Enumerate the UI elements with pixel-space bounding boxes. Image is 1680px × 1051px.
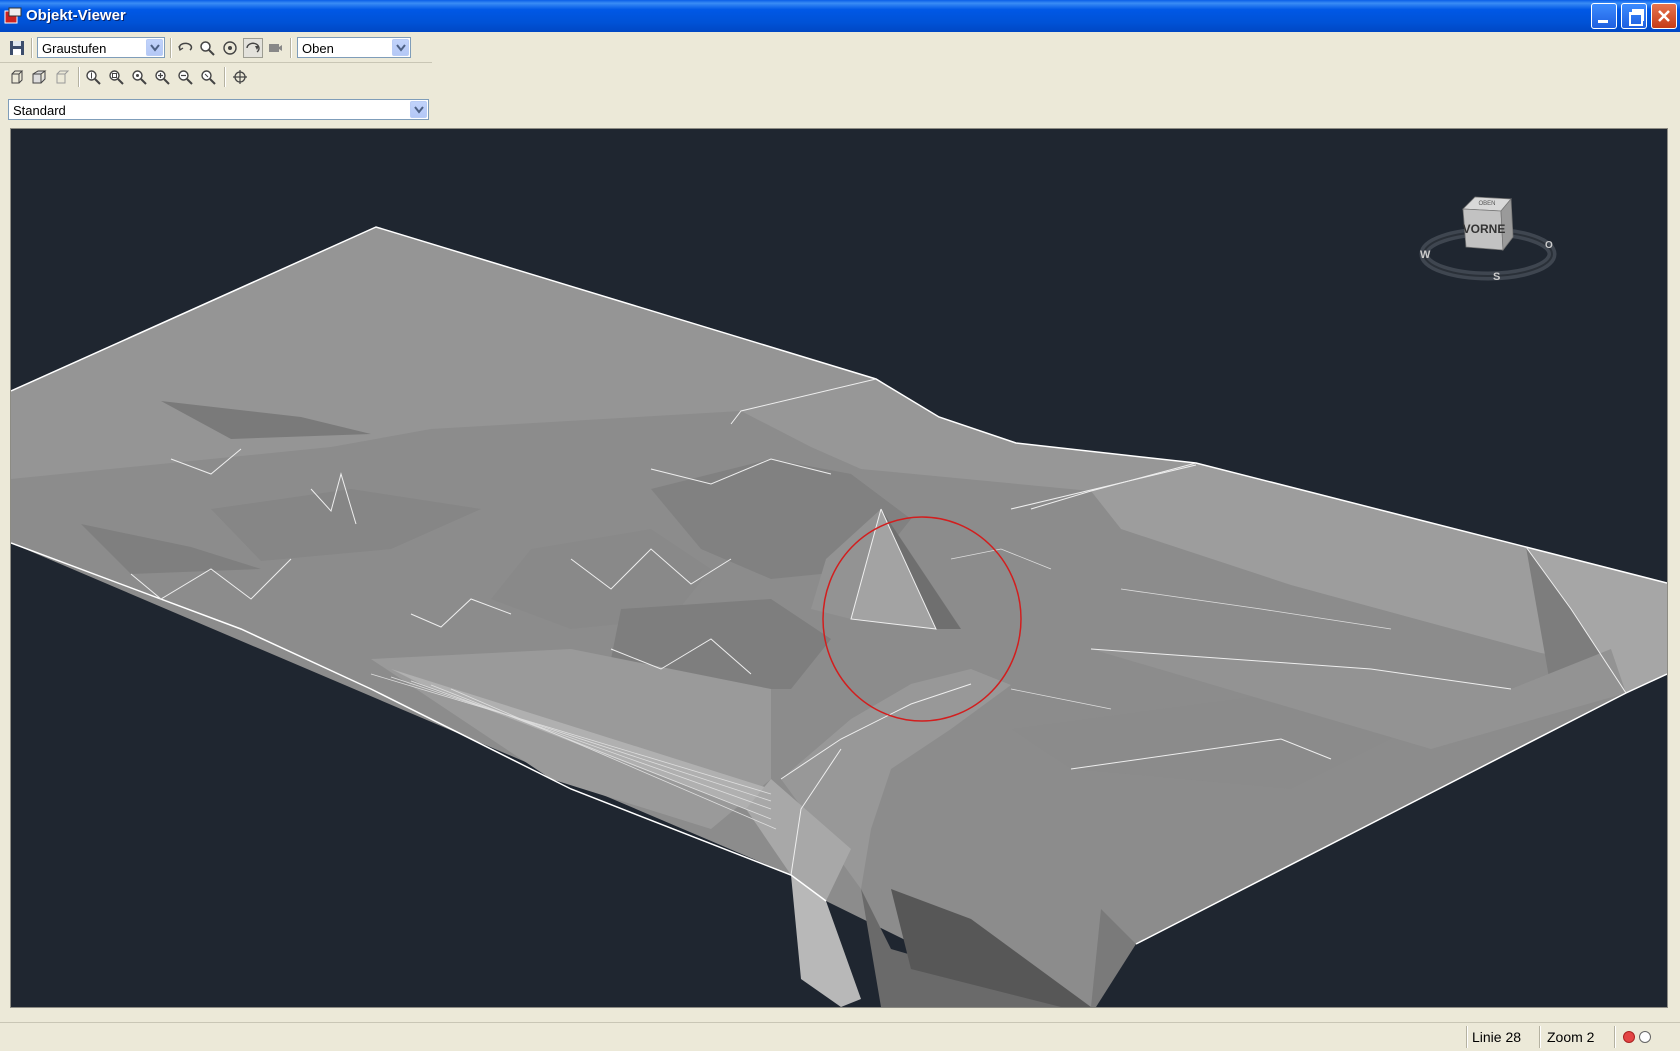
- view-dropdown[interactable]: Oben: [297, 37, 411, 58]
- viewcube-top-label[interactable]: OBEN: [1478, 201, 1495, 207]
- window-title: Objekt-Viewer: [26, 7, 126, 24]
- compass-west[interactable]: W: [1420, 249, 1431, 261]
- zoom-realtime-icon: [86, 70, 101, 85]
- box-perspective-icon: [32, 70, 47, 84]
- orbit-button[interactable]: [175, 38, 195, 58]
- zoom-window-button[interactable]: [106, 67, 126, 87]
- magnifier-icon: [200, 41, 215, 56]
- free-orbit-button[interactable]: [220, 38, 240, 58]
- chevron-down-icon[interactable]: [410, 101, 427, 118]
- box-wire-icon: [11, 70, 24, 84]
- zoom-extents-button[interactable]: [198, 67, 218, 87]
- viewpoint-button[interactable]: [265, 38, 285, 58]
- record-indicator-icon[interactable]: [1623, 1031, 1635, 1043]
- continuous-orbit-icon: [246, 42, 260, 53]
- camera-icon: [269, 44, 282, 52]
- box-camera-icon: [56, 70, 70, 84]
- viewcube[interactable]: OBEN VORNE W O S: [1413, 187, 1563, 287]
- visual-style-dropdown[interactable]: Graustufen: [37, 37, 165, 58]
- zoom-center-button[interactable]: [129, 67, 149, 87]
- zoom-realtime-button[interactable]: [83, 67, 103, 87]
- save-button[interactable]: [7, 38, 27, 58]
- toolbar-view: [0, 64, 432, 90]
- minimize-button[interactable]: [1591, 3, 1617, 29]
- close-button[interactable]: [1651, 3, 1677, 29]
- free-orbit-icon: [223, 41, 237, 55]
- zoom-window-icon: [109, 70, 124, 85]
- ucs-icon-button[interactable]: [230, 67, 250, 87]
- close-icon: [1658, 10, 1670, 22]
- zoom-in-button[interactable]: [152, 67, 172, 87]
- orbit-icon: [178, 42, 193, 52]
- toolbar-main: Graustufen Oben: [0, 35, 432, 61]
- visual-style-value: Graustufen: [42, 41, 107, 56]
- zoom-out-icon: [178, 70, 193, 85]
- title-bar[interactable]: Objekt-Viewer: [0, 0, 1680, 32]
- 3d-viewport[interactable]: OBEN VORNE W O S: [10, 128, 1668, 1008]
- ucs-dropdown[interactable]: Standard: [8, 99, 429, 120]
- minimize-icon: [1598, 20, 1608, 23]
- compass-east[interactable]: O: [1545, 240, 1553, 251]
- perspective-view-button[interactable]: [29, 67, 49, 87]
- ucs-value: Standard: [13, 103, 66, 118]
- camera-view-button[interactable]: [52, 67, 72, 87]
- compass-south[interactable]: S: [1493, 271, 1500, 283]
- parallel-view-button[interactable]: [7, 67, 27, 87]
- viewcube-front-label[interactable]: VORNE: [1463, 222, 1506, 236]
- zoom-out-button[interactable]: [175, 67, 195, 87]
- status-zoom: Zoom 2: [1547, 1029, 1595, 1045]
- save-icon: [10, 41, 24, 55]
- status-line: Linie 28: [1472, 1029, 1522, 1045]
- view-value: Oben: [302, 41, 334, 56]
- status-bar: Linie 28 Zoom 2: [0, 1022, 1680, 1051]
- continuous-orbit-button[interactable]: [243, 38, 263, 58]
- idle-indicator-icon[interactable]: [1639, 1031, 1651, 1043]
- chevron-down-icon[interactable]: [146, 39, 163, 56]
- maximize-button[interactable]: [1621, 3, 1647, 29]
- chevron-down-icon[interactable]: [392, 39, 409, 56]
- crosshair-icon: [233, 70, 247, 84]
- zoom-extents-icon: [201, 70, 216, 85]
- zoom-button[interactable]: [197, 38, 217, 58]
- zoom-center-icon: [132, 70, 147, 85]
- zoom-in-icon: [155, 70, 170, 85]
- app-icon: [4, 7, 22, 25]
